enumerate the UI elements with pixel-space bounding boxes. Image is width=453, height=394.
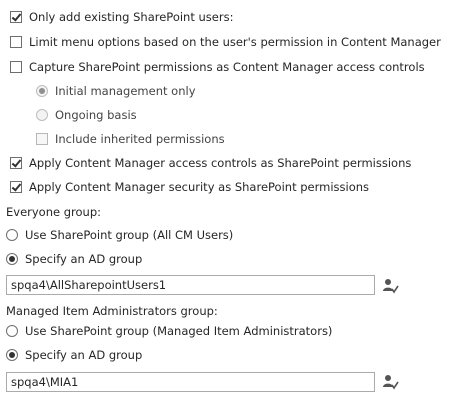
apply-access-controls-label: Apply Content Manager access controls as… xyxy=(29,156,412,170)
address-book-icon[interactable] xyxy=(381,373,399,391)
limit-menu-options-option[interactable]: Limit menu options based on the user's p… xyxy=(10,33,441,51)
apply-access-controls-option[interactable]: Apply Content Manager access controls as… xyxy=(10,154,411,172)
initial-management-label: Initial management only xyxy=(55,84,196,98)
everyone-ad-group-input[interactable]: spqa4\AllSharepointUsers1 xyxy=(6,275,375,295)
only-add-existing-users-label: Only add existing SharePoint users: xyxy=(29,10,234,24)
ongoing-basis-label: Ongoing basis xyxy=(55,108,137,122)
limit-menu-options-checkbox[interactable] xyxy=(10,36,22,48)
initial-management-radio[interactable] xyxy=(36,85,48,97)
radio-dot-icon xyxy=(9,352,15,358)
radio-dot-icon xyxy=(39,88,45,94)
everyone-use-sharepoint-group-radio[interactable] xyxy=(6,229,18,241)
checkmark-icon xyxy=(11,157,22,168)
managed-admins-use-sharepoint-group-radio[interactable] xyxy=(6,325,18,337)
checkmark-icon xyxy=(11,11,22,22)
managed-admins-ad-group-input[interactable]: spqa4\MIA1 xyxy=(6,372,375,392)
only-add-existing-users-option[interactable]: Only add existing SharePoint users: xyxy=(10,8,233,26)
ongoing-basis-option[interactable]: Ongoing basis xyxy=(36,106,137,124)
managed-admins-use-sharepoint-group-option[interactable]: Use SharePoint group (Managed Item Admin… xyxy=(6,322,332,340)
limit-menu-options-label: Limit menu options based on the user's p… xyxy=(29,35,441,49)
managed-admins-use-sharepoint-group-label: Use SharePoint group (Managed Item Admin… xyxy=(25,324,333,338)
include-inherited-option[interactable]: Include inherited permissions xyxy=(36,130,225,148)
everyone-specify-ad-group-label: Specify an AD group xyxy=(25,252,143,266)
capture-permissions-checkbox[interactable] xyxy=(10,61,22,73)
address-book-icon[interactable] xyxy=(381,277,399,295)
checkmark-icon xyxy=(11,181,22,192)
everyone-group-heading: Everyone group: xyxy=(6,205,102,219)
ongoing-basis-radio[interactable] xyxy=(36,109,48,121)
capture-permissions-label: Capture SharePoint permissions as Conten… xyxy=(29,60,425,74)
capture-permissions-option[interactable]: Capture SharePoint permissions as Conten… xyxy=(10,58,425,76)
everyone-use-sharepoint-group-option[interactable]: Use SharePoint group (All CM Users) xyxy=(6,226,233,244)
everyone-use-sharepoint-group-label: Use SharePoint group (All CM Users) xyxy=(25,228,234,242)
only-add-existing-users-checkbox[interactable] xyxy=(10,11,22,23)
apply-security-checkbox[interactable] xyxy=(10,181,22,193)
include-inherited-checkbox[interactable] xyxy=(36,133,48,145)
initial-management-option[interactable]: Initial management only xyxy=(36,82,196,100)
managed-admins-specify-ad-group-radio[interactable] xyxy=(6,349,18,361)
managed-admins-specify-ad-group-option[interactable]: Specify an AD group xyxy=(6,346,142,364)
managed-admins-specify-ad-group-label: Specify an AD group xyxy=(25,348,143,362)
apply-security-option[interactable]: Apply Content Manager security as ShareP… xyxy=(10,178,369,196)
apply-security-label: Apply Content Manager security as ShareP… xyxy=(29,180,370,194)
radio-dot-icon xyxy=(9,256,15,262)
everyone-specify-ad-group-radio[interactable] xyxy=(6,253,18,265)
apply-access-controls-checkbox[interactable] xyxy=(10,157,22,169)
include-inherited-label: Include inherited permissions xyxy=(55,132,225,146)
managed-admins-group-heading: Managed Item Administrators group: xyxy=(6,304,218,318)
everyone-specify-ad-group-option[interactable]: Specify an AD group xyxy=(6,250,142,268)
